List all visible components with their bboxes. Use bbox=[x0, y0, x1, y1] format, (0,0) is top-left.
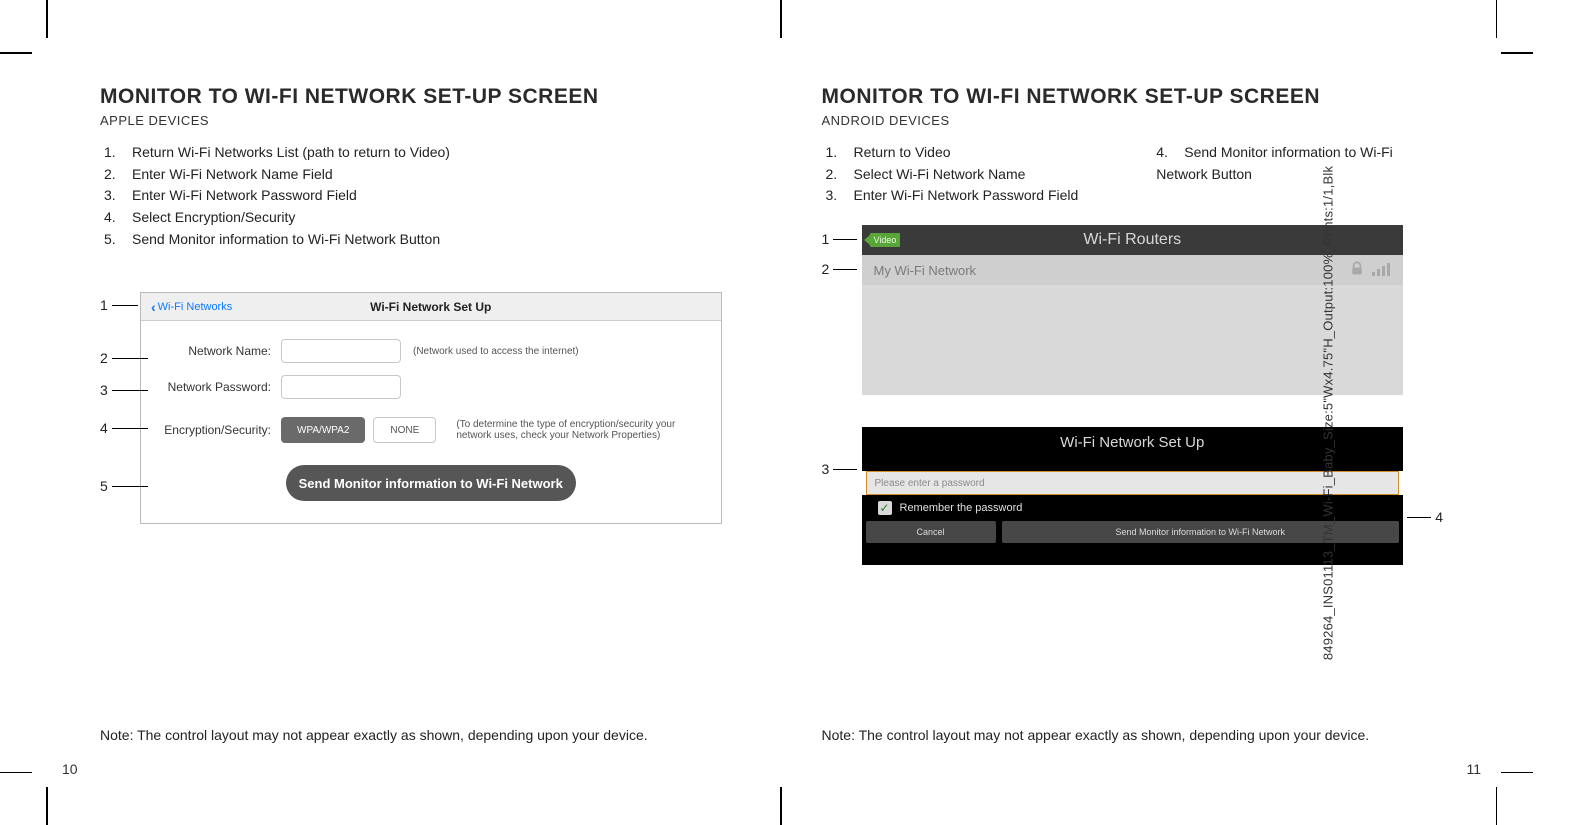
step-text: Select Wi-Fi Network Name bbox=[854, 166, 1026, 182]
step-text: Enter Wi-Fi Network Password Field bbox=[854, 187, 1079, 203]
remember-label: Remember the password bbox=[900, 502, 1023, 514]
callout-4: 4 bbox=[100, 420, 148, 436]
encryption-hint: (To determine the type of encryption/sec… bbox=[456, 419, 700, 441]
page-number: 11 bbox=[1466, 761, 1481, 777]
callout-3: 3 bbox=[100, 382, 148, 398]
network-name-input[interactable] bbox=[281, 339, 401, 363]
remember-checkbox[interactable]: ✓ bbox=[878, 501, 892, 515]
page-title: MONITOR TO WI-FI NETWORK SET-UP SCREEN bbox=[822, 85, 1444, 109]
step-item: 5.Send Monitor information to Wi-Fi Netw… bbox=[104, 229, 722, 251]
page-note: Note: The control layout may not appear … bbox=[100, 727, 722, 743]
chevron-left-icon: ‹ bbox=[151, 299, 156, 315]
page-subhead: ANDROID DEVICES bbox=[822, 113, 1444, 128]
crop-mark bbox=[0, 52, 32, 54]
page-title: MONITOR TO WI-FI NETWORK SET-UP SCREEN bbox=[100, 85, 722, 109]
callout-3: 3 bbox=[822, 461, 858, 477]
network-password-input[interactable] bbox=[281, 375, 401, 399]
steps-list: 1.Return Wi-Fi Networks List (path to re… bbox=[100, 142, 722, 250]
step-item: 4.Select Encryption/Security bbox=[104, 207, 722, 229]
network-name-hint: (Network used to access the internet) bbox=[413, 346, 579, 357]
callout-1: 1 bbox=[100, 297, 138, 313]
ios-screen: ‹ Wi-Fi Networks Wi-Fi Network Set Up Ne… bbox=[140, 292, 722, 524]
page-left: MONITOR TO WI-FI NETWORK SET-UP SCREEN A… bbox=[50, 30, 772, 795]
step-item: 1.Return to Video bbox=[826, 142, 1113, 164]
lock-icon bbox=[1349, 261, 1365, 280]
step-text: Enter Wi-Fi Network Name Field bbox=[132, 166, 333, 182]
step-text: Return to Video bbox=[854, 144, 951, 160]
android-password-input[interactable]: Please enter a password bbox=[866, 471, 1400, 495]
step-text: Enter Wi-Fi Network Password Field bbox=[132, 187, 357, 203]
step-item: 2.Enter Wi-Fi Network Name Field bbox=[104, 164, 722, 186]
step-text: Send Monitor information to Wi-Fi Networ… bbox=[132, 231, 440, 247]
crop-mark bbox=[1501, 52, 1533, 54]
step-item: 1.Return Wi-Fi Networks List (path to re… bbox=[104, 142, 722, 164]
crop-mark bbox=[1501, 772, 1533, 774]
signal-icon bbox=[1371, 261, 1391, 280]
network-name-label: Network Name: bbox=[161, 344, 281, 358]
android-send-button[interactable]: Send Monitor information to Wi-Fi Networ… bbox=[1002, 521, 1400, 543]
step-item: 3.Enter Wi-Fi Network Password Field bbox=[104, 185, 722, 207]
crop-mark bbox=[1496, 0, 1498, 38]
encryption-none-button[interactable]: NONE bbox=[373, 417, 436, 443]
step-item: 3.Enter Wi-Fi Network Password Field bbox=[826, 185, 1113, 207]
callout-2: 2 bbox=[100, 350, 148, 366]
encryption-label: Encryption/Security: bbox=[161, 423, 281, 437]
page-subhead: APPLE DEVICES bbox=[100, 113, 722, 128]
step-item: 4.Send Monitor information to Wi-Fi Netw… bbox=[1156, 142, 1443, 185]
callout-5: 5 bbox=[100, 478, 148, 494]
ios-send-button[interactable]: Send Monitor information to Wi-Fi Networ… bbox=[286, 465, 576, 501]
crop-mark bbox=[46, 0, 48, 38]
crop-mark bbox=[46, 787, 48, 825]
android-network-name: My Wi-Fi Network bbox=[874, 263, 977, 278]
ios-back-label: Wi-Fi Networks bbox=[158, 301, 233, 313]
steps-list: 1.Return to Video 2.Select Wi-Fi Network… bbox=[822, 142, 1113, 207]
page-number: 10 bbox=[62, 761, 78, 777]
crop-mark bbox=[0, 772, 32, 774]
steps-list: 4.Send Monitor information to Wi-Fi Netw… bbox=[1152, 142, 1443, 185]
step-text: Select Encryption/Security bbox=[132, 209, 295, 225]
step-text: Send Monitor information to Wi-Fi Networ… bbox=[1156, 144, 1393, 182]
network-password-label: Network Password: bbox=[161, 380, 281, 394]
print-spec-label: 849264_INS01113_TM_Wi-Fi_Baby_Size:5"Wx4… bbox=[1320, 165, 1335, 659]
page-right: MONITOR TO WI-FI NETWORK SET-UP SCREEN A… bbox=[772, 30, 1494, 795]
ios-back-button[interactable]: ‹ Wi-Fi Networks bbox=[151, 299, 232, 315]
callout-4: 4 bbox=[1407, 509, 1443, 525]
crop-mark bbox=[1496, 787, 1498, 825]
callout-1: 1 bbox=[822, 231, 858, 247]
step-text: Return Wi-Fi Networks List (path to retu… bbox=[132, 144, 450, 160]
encryption-wpa-button[interactable]: WPA/WPA2 bbox=[281, 417, 365, 443]
callout-2: 2 bbox=[822, 261, 858, 277]
page-note: Note: The control layout may not appear … bbox=[822, 727, 1444, 743]
step-item: 2.Select Wi-Fi Network Name bbox=[826, 164, 1113, 186]
android-cancel-button[interactable]: Cancel bbox=[866, 521, 996, 543]
